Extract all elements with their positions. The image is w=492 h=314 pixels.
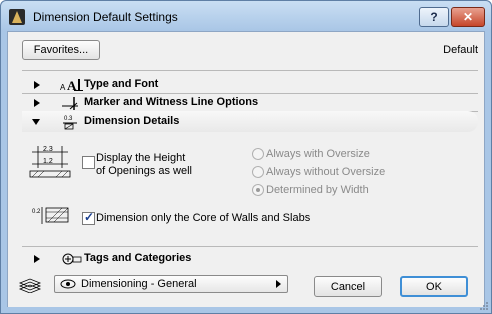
opening-height-dimension-icon: 2.3 1.2: [29, 146, 71, 178]
layer-select-value: Dimensioning - General: [81, 278, 197, 290]
help-button[interactable]: ?: [419, 7, 449, 27]
type-font-icon: A A: [60, 78, 83, 93]
radio-always-without-oversize[interactable]: [252, 166, 264, 178]
svg-text:0.2: 0.2: [32, 209, 41, 215]
section-dimension-details[interactable]: 0.3 Dimension Details: [22, 113, 478, 131]
core-only-label: Dimension only the Core of Walls and Sla…: [96, 212, 311, 224]
section-label: Dimension Details: [84, 115, 180, 127]
default-label: Default: [443, 44, 478, 56]
section-marker-witness[interactable]: Marker and Witness Line Options: [22, 94, 478, 112]
collapse-arrow-icon[interactable]: [32, 119, 40, 125]
layer-select[interactable]: Dimensioning - General: [54, 275, 288, 293]
section-type-and-font[interactable]: A A Type and Font: [22, 76, 478, 94]
section-tags-and-categories[interactable]: Tags and Categories: [22, 250, 478, 268]
core-only-checkbox[interactable]: [82, 210, 95, 225]
layers-icon: [18, 278, 42, 293]
section-label: Type and Font: [84, 78, 159, 90]
section-label: Tags and Categories: [84, 252, 192, 264]
core-wall-dimension-icon: 0.2: [32, 207, 69, 224]
eye-icon: [60, 279, 76, 289]
expand-arrow-icon[interactable]: [34, 99, 40, 107]
expand-arrow-icon[interactable]: [34, 81, 40, 89]
radio-label: Always without Oversize: [266, 166, 386, 178]
svg-text:A: A: [60, 83, 66, 92]
window-title: Dimension Default Settings: [33, 10, 178, 24]
display-height-label-line1: Display the Height: [96, 152, 186, 164]
display-height-checkbox[interactable]: [82, 156, 95, 169]
ok-button[interactable]: OK: [400, 276, 468, 297]
dimension-details-icon: 0.3: [63, 116, 77, 130]
dialog-footer: Dimensioning - General Cancel OK: [8, 269, 484, 307]
section-label: Marker and Witness Line Options: [84, 96, 259, 108]
svg-text:2.3: 2.3: [43, 146, 53, 153]
radio-always-with-oversize[interactable]: [252, 148, 264, 160]
radio-label: Always with Oversize: [266, 148, 370, 160]
divider: [22, 246, 478, 247]
divider: [22, 70, 478, 71]
display-height-label-line2: of Openings as well: [96, 165, 192, 177]
archicad-app-icon: [9, 9, 25, 25]
expand-arrow-icon[interactable]: [34, 255, 40, 263]
dialog-content: Favorites... Default A A Type and Font M…: [7, 31, 485, 307]
tags-categories-icon: [62, 253, 82, 265]
radio-determined-by-width[interactable]: [252, 184, 264, 196]
close-button[interactable]: ✕: [451, 7, 485, 27]
svg-text:0.3: 0.3: [64, 116, 73, 122]
dialog-window: Dimension Default Settings ? ✕ Favorites…: [0, 0, 492, 314]
favorites-button[interactable]: Favorites...: [22, 40, 100, 60]
cancel-button[interactable]: Cancel: [314, 276, 382, 297]
svg-text:1.2: 1.2: [43, 158, 53, 165]
chevron-right-icon: [276, 280, 281, 288]
marker-witness-icon: [62, 97, 78, 110]
title-bar[interactable]: Dimension Default Settings ? ✕: [1, 1, 491, 31]
radio-label: Determined by Width: [266, 184, 369, 196]
resize-grip-icon[interactable]: [479, 301, 489, 311]
